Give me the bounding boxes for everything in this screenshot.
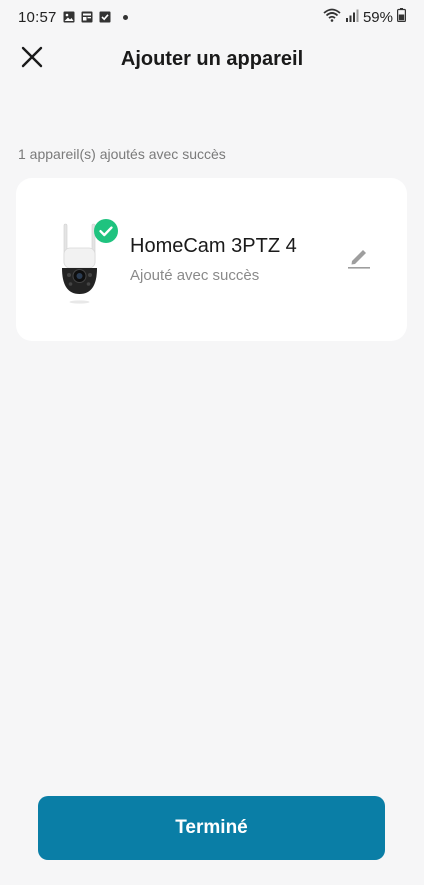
signal-icon [345, 9, 359, 26]
edit-device-name-button[interactable] [342, 244, 376, 274]
card-icon [81, 11, 93, 23]
wifi-icon [323, 8, 341, 26]
status-bar: 10:57 59% [0, 0, 424, 34]
close-button[interactable] [14, 41, 50, 77]
check-circle-icon [93, 218, 119, 244]
add-device-screen: 10:57 59% Ajouter un appareil 1 appareil… [0, 0, 424, 885]
device-name: HomeCam 3PTZ 4 [130, 235, 297, 257]
device-card: HomeCam 3PTZ 4 Ajouté avec succès [16, 178, 407, 341]
pencil-icon [346, 245, 372, 274]
done-button[interactable]: Terminé [38, 796, 385, 860]
header: Ajouter un appareil [0, 34, 424, 84]
page-title: Ajouter un appareil [120, 47, 304, 70]
device-status: Ajouté avec succès [130, 267, 260, 284]
close-icon [21, 46, 43, 73]
status-left: 10:57 [18, 9, 128, 26]
success-count-text: 1 appareil(s) ajoutés avec succès [18, 146, 226, 162]
battery-percent: 59% [362, 8, 393, 26]
battery-icon [397, 8, 407, 26]
status-right: 59% [323, 8, 407, 26]
gallery-icon [63, 11, 75, 23]
dot-icon [122, 14, 128, 20]
checkbox-icon [99, 11, 111, 23]
status-time: 10:57 [18, 8, 57, 26]
